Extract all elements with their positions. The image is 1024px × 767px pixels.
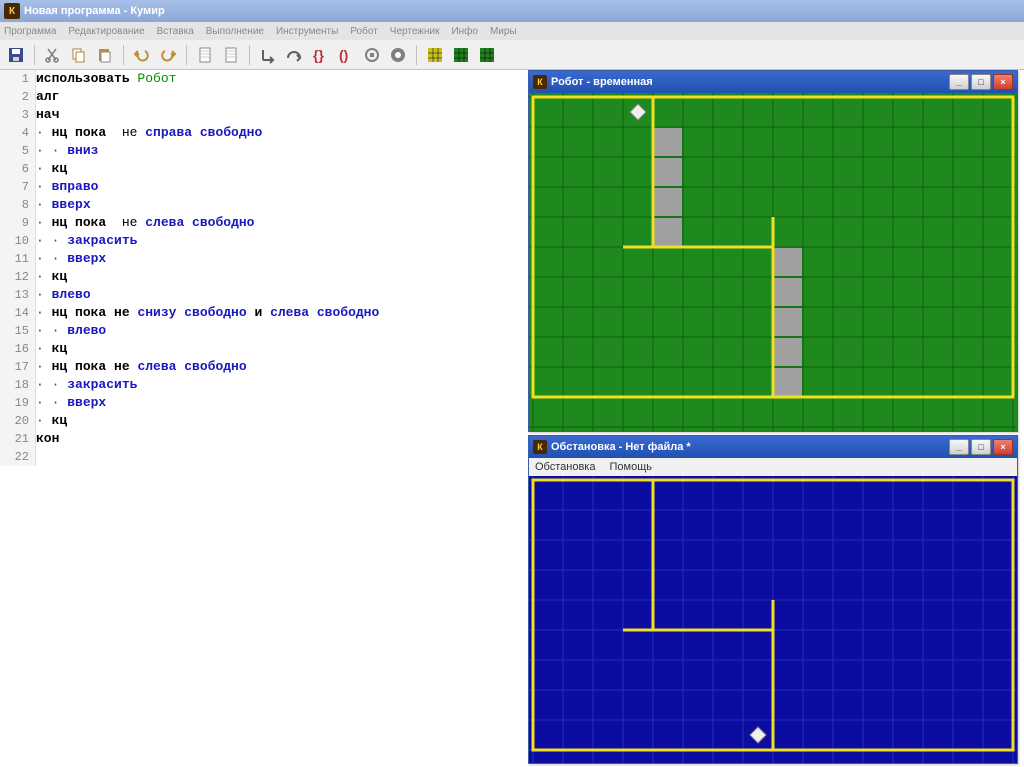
code-line[interactable]: · нц пока не справа свободно [36,124,522,142]
run-open-icon[interactable]: {} [308,43,332,67]
line-gutter: 12345678910111213141516171819202122 [0,70,36,466]
code-line[interactable] [36,448,522,466]
maximize-button[interactable]: □ [971,439,991,455]
close-button[interactable]: × [993,439,1013,455]
doc-icon[interactable] [219,43,243,67]
menu-item[interactable]: Вставка [157,26,194,37]
run-close-icon[interactable]: () [334,43,358,67]
stop-icon[interactable] [360,43,384,67]
paste-icon[interactable] [93,43,117,67]
grid-green-icon[interactable] [449,43,473,67]
step-over-icon[interactable] [282,43,306,67]
cut-icon[interactable] [41,43,65,67]
app-icon: К [533,440,547,454]
menu-item[interactable]: Обстановка [535,461,595,473]
menu-item[interactable]: Инфо [451,26,478,37]
app-icon: К [4,3,20,19]
code-line[interactable]: · кц [36,268,522,286]
code-line[interactable]: · нц пока не слева свободно [36,358,522,376]
code-line[interactable]: · кц [36,412,522,430]
robot-title-bar[interactable]: К Робот - временная _ □ × [529,71,1017,93]
robot-field[interactable] [529,93,1017,431]
code-content[interactable]: использовать Роботалгнач· нц пока не спр… [36,70,522,466]
menu-item[interactable]: Редактирование [68,26,144,37]
robot-window: К Робот - временная _ □ × [528,70,1018,432]
toolbar: {} () [0,40,1024,70]
code-line[interactable]: · · влево [36,322,522,340]
window-title-bar: К Новая программа - Кумир [0,0,1024,22]
code-line[interactable]: использовать Робот [36,70,522,88]
code-line[interactable]: · нц пока не снизу свободно и слева своб… [36,304,522,322]
code-line[interactable]: · · закрасить [36,376,522,394]
robot-window-title: Робот - временная [551,76,653,88]
code-line[interactable]: алг [36,88,522,106]
code-line[interactable]: · нц пока не слева свободно [36,214,522,232]
grid2-icon[interactable] [475,43,499,67]
menu-item[interactable]: Робот [350,26,377,37]
code-line[interactable]: · кц [36,160,522,178]
code-line[interactable]: · вправо [36,178,522,196]
code-line[interactable]: · кц [36,340,522,358]
code-line[interactable]: · влево [36,286,522,304]
step-into-icon[interactable] [256,43,280,67]
new-doc-icon[interactable] [193,43,217,67]
svg-text:(): () [339,47,348,63]
window-title: Новая программа - Кумир [24,5,165,17]
save-icon[interactable] [4,43,28,67]
app-icon: К [533,75,547,89]
code-editor[interactable]: 12345678910111213141516171819202122 испо… [0,70,522,767]
code-line[interactable]: нач [36,106,522,124]
menu-item[interactable]: Помощь [609,461,652,473]
svg-text:{}: {} [313,47,324,63]
env-window-title: Обстановка - Нет файла * [551,441,691,453]
env-field[interactable] [529,476,1017,763]
code-line[interactable]: · вверх [36,196,522,214]
copy-icon[interactable] [67,43,91,67]
menu-item[interactable]: Чертежник [390,26,440,37]
maximize-button[interactable]: □ [971,74,991,90]
menu-bar: Программа Редактирование Вставка Выполнение… [0,22,1024,40]
menu-item[interactable]: Миры [490,26,517,37]
code-line[interactable]: · · вверх [36,250,522,268]
close-button[interactable]: × [993,74,1013,90]
undo-icon[interactable] [130,43,154,67]
menu-item[interactable]: Выполнение [206,26,264,37]
code-line[interactable]: · · закрасить [36,232,522,250]
pause-icon[interactable] [386,43,410,67]
menu-item[interactable]: Программа [4,26,56,37]
minimize-button[interactable]: _ [949,74,969,90]
redo-icon[interactable] [156,43,180,67]
minimize-button[interactable]: _ [949,439,969,455]
environment-window: К Обстановка - Нет файла * _ □ × Обстано… [528,435,1018,764]
code-line[interactable]: · · вверх [36,394,522,412]
env-title-bar[interactable]: К Обстановка - Нет файла * _ □ × [529,436,1017,458]
grid-yellow-icon[interactable] [423,43,447,67]
menu-item[interactable]: Инструменты [276,26,338,37]
code-line[interactable]: кон [36,430,522,448]
env-menu-bar: Обстановка Помощь [529,458,1017,476]
code-line[interactable]: · · вниз [36,142,522,160]
